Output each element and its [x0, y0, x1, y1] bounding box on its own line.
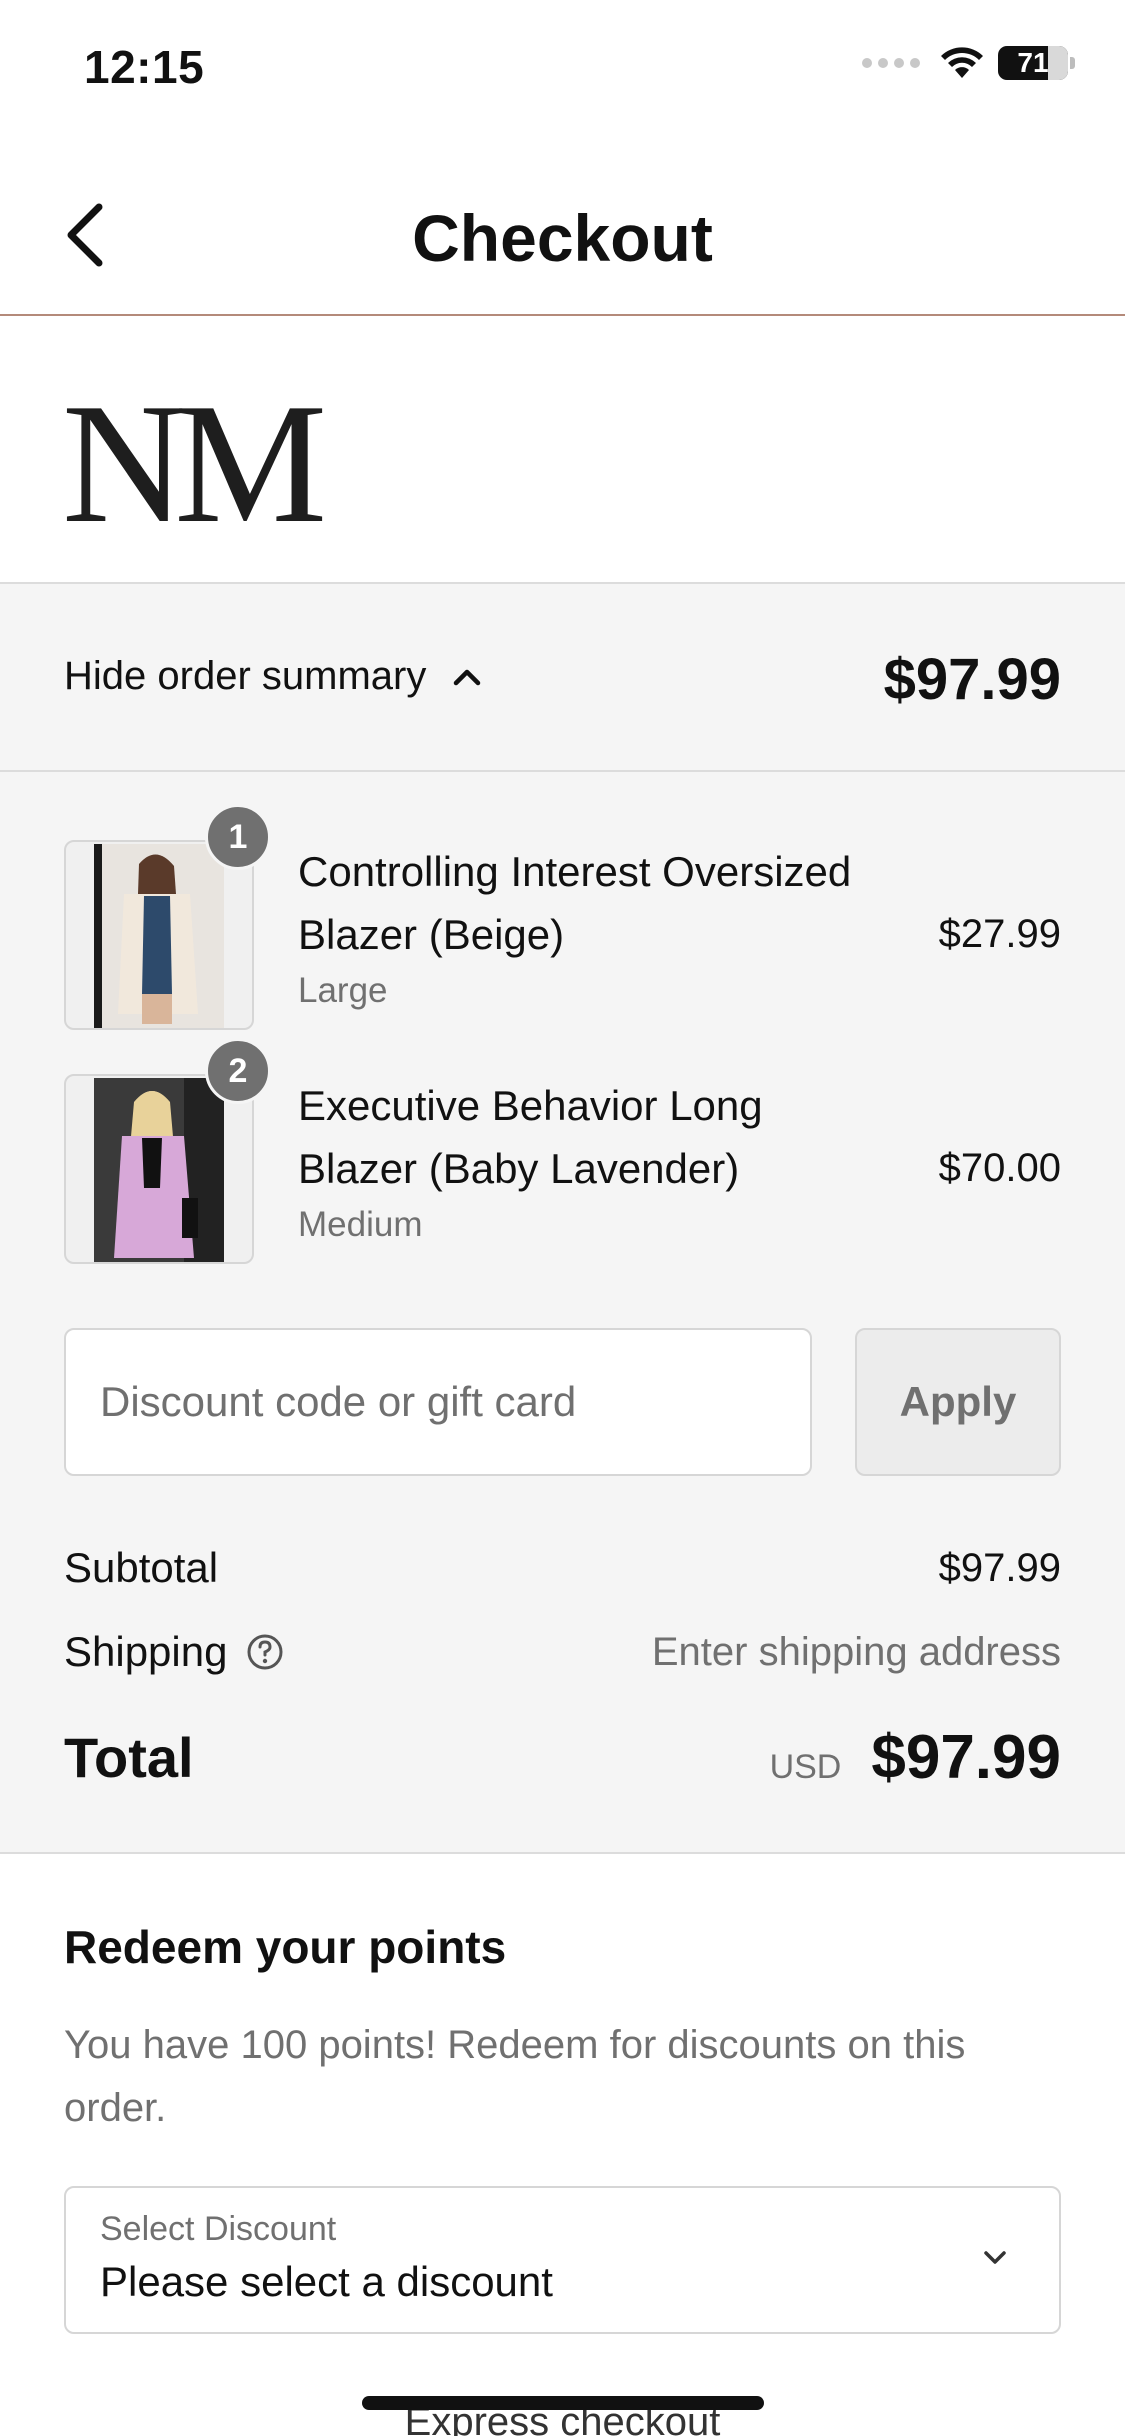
subtotal-label: Subtotal — [64, 1544, 219, 1591]
product-thumbnail — [64, 1074, 254, 1264]
discount-code-input[interactable] — [64, 1328, 812, 1476]
shipping-label-group: Shipping — [64, 1628, 285, 1676]
battery-icon: 71 — [998, 46, 1068, 80]
currency-code: USD — [769, 1747, 842, 1786]
product-variant: Large — [298, 971, 388, 1010]
select-discount-value: Please select a discount — [100, 2258, 553, 2305]
product-name-line1: Executive Behavior Long — [298, 1082, 763, 1129]
chevron-down-icon — [984, 2251, 1006, 2264]
product-thumbnail — [64, 840, 254, 1030]
product-image — [94, 844, 224, 1028]
product-price: $70.00 — [938, 1146, 1061, 1190]
brand-logo: NM — [62, 369, 327, 559]
order-summary: Hide order summary $97.99 1 Controlling … — [0, 584, 1125, 1854]
shipping-label: Shipping — [64, 1628, 228, 1675]
product-variant: Medium — [298, 1205, 423, 1244]
quantity-badge: 2 — [205, 1038, 271, 1104]
product-name-line2: Blazer (Beige) — [298, 911, 565, 958]
cellular-signal-icon — [862, 58, 920, 68]
order-summary-toggle-label: Hide order summary — [64, 654, 427, 698]
line-item: 2 Executive Behavior Long Blazer (Baby L… — [64, 1038, 1061, 1264]
subtotal-row: Subtotal $97.99 — [64, 1544, 1061, 1592]
subtotal-value: $97.99 — [938, 1545, 1061, 1590]
chevron-up-icon — [454, 669, 481, 685]
product-name-line1: Controlling Interest Oversized — [298, 848, 852, 895]
wifi-icon — [941, 47, 983, 78]
status-time: 12:15 — [84, 41, 205, 93]
home-indicator[interactable] — [362, 2396, 764, 2410]
product-price: $27.99 — [938, 912, 1061, 956]
shipping-row: Shipping Enter shipping address — [64, 1628, 1061, 1676]
select-discount-dropdown[interactable]: Select Discount Please select a discount — [64, 2186, 1061, 2334]
battery-level: 71 — [1017, 47, 1049, 78]
hide-order-summary-toggle[interactable]: Hide order summary — [64, 654, 482, 699]
order-summary-toggle-row[interactable]: Hide order summary $97.99 — [0, 584, 1125, 772]
line-item-details: Controlling Interest Oversized Blazer (B… — [298, 840, 898, 1016]
line-item-details: Executive Behavior Long Blazer (Baby Lav… — [298, 1074, 898, 1250]
quantity-badge: 1 — [205, 804, 271, 870]
apply-discount-button[interactable]: Apply — [855, 1328, 1061, 1476]
total-row: Total USD $97.99 — [64, 1712, 1061, 1802]
status-icons: 71 — [862, 46, 1075, 80]
shipping-value: Enter shipping address — [651, 1629, 1061, 1674]
product-image — [94, 1078, 224, 1262]
product-name-line2: Blazer (Baby Lavender) — [298, 1145, 740, 1192]
redeem-points-title: Redeem your points — [64, 1921, 507, 1973]
line-item: 1 Controlling Interest Oversized Blazer … — [64, 804, 1061, 1030]
redeem-points-description: You have 100 points! Redeem for discount… — [64, 2023, 966, 2130]
status-bar: 12:15 71 — [0, 0, 1125, 140]
help-icon[interactable] — [245, 1632, 285, 1672]
select-discount-label: Select Discount — [100, 2210, 337, 2248]
order-summary-total: $97.99 — [883, 647, 1061, 712]
brand-area: NM — [0, 318, 1125, 584]
total-label: Total — [64, 1725, 194, 1789]
total-value-group: USD $97.99 — [770, 1722, 1061, 1793]
page-title: Checkout — [412, 201, 713, 275]
total-value: $97.99 — [871, 1722, 1061, 1792]
checkout-header: Checkout — [0, 170, 1125, 316]
